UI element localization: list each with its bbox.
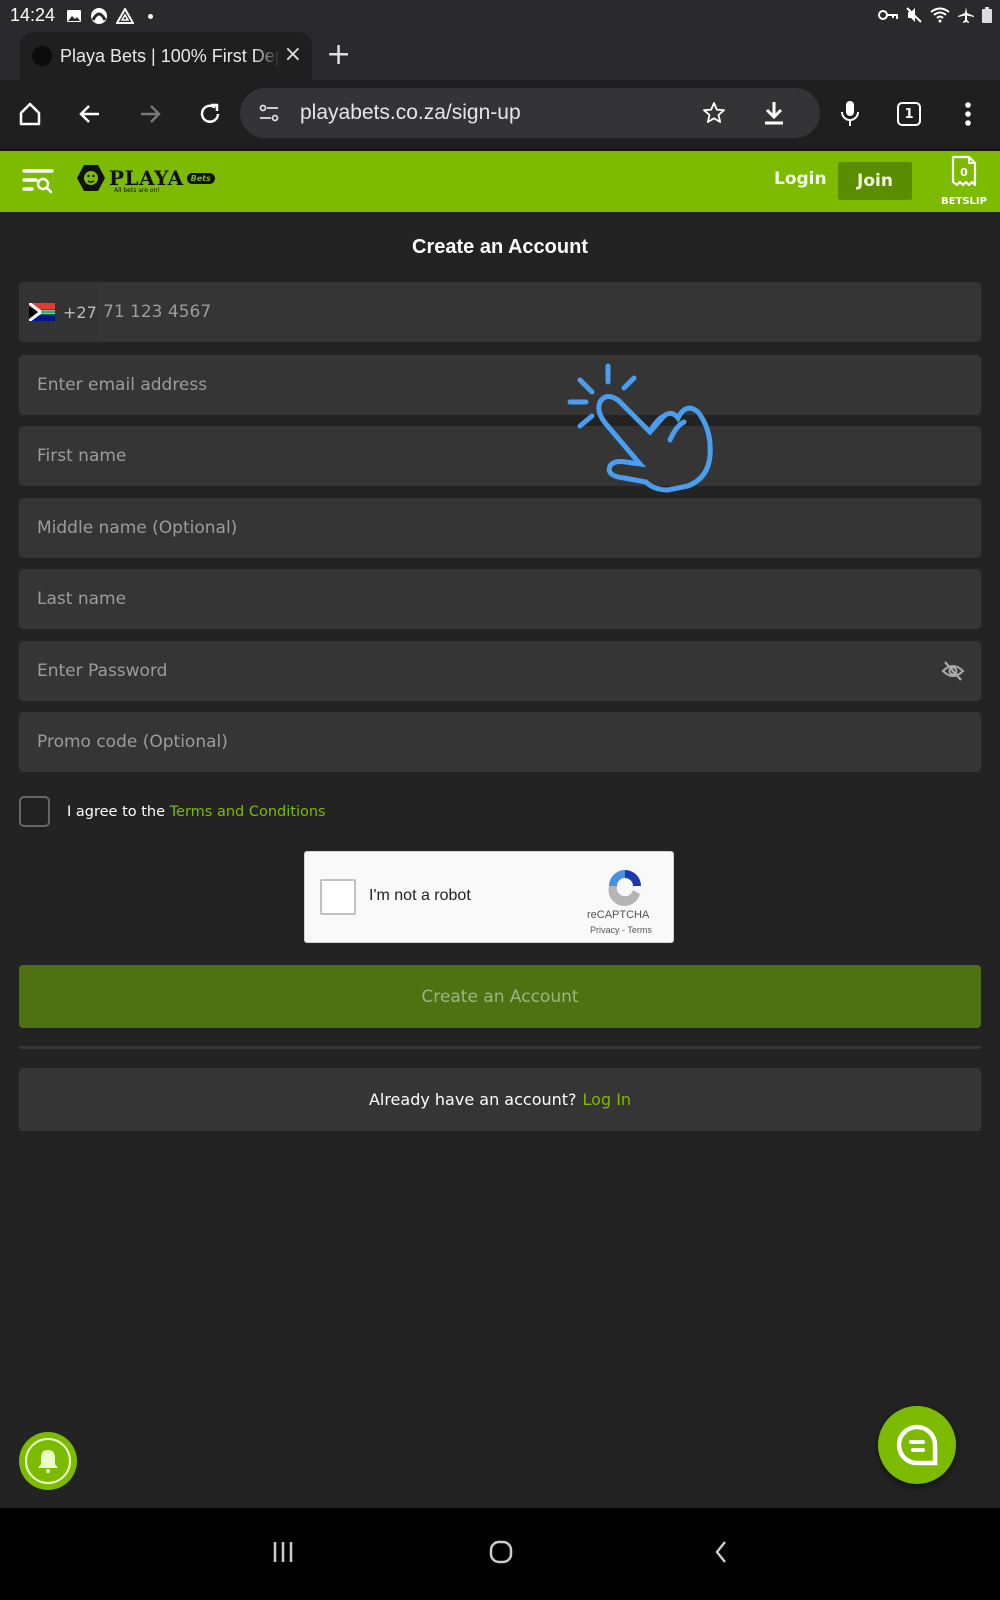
wifi-icon: [930, 7, 950, 23]
header-login-link[interactable]: Login: [774, 169, 827, 189]
betslip-count: 0: [960, 166, 968, 179]
drive-icon: [116, 8, 134, 24]
chat-button[interactable]: [878, 1406, 956, 1484]
have-account-panel: Already have an account? Log In: [19, 1068, 981, 1131]
url-text[interactable]: playabets.co.za/sign-up: [300, 101, 521, 125]
betslip-button[interactable]: 0 BETSLIP: [934, 155, 994, 211]
tab-switcher-button[interactable]: 1: [893, 98, 925, 130]
join-button[interactable]: Join: [838, 162, 912, 200]
new-tab-button[interactable]: +: [326, 40, 351, 70]
terms-prefix: I agree to the: [67, 803, 170, 820]
terms-checkbox[interactable]: [19, 796, 50, 827]
home-nav-icon[interactable]: [476, 1530, 526, 1574]
gallery-icon: [67, 10, 81, 22]
lion-logo-icon: [77, 165, 105, 191]
tab-strip: Playa Bets | 100% First Deposit × +: [0, 32, 1000, 80]
log-in-link[interactable]: Log In: [583, 1090, 632, 1109]
status-bar: 14:24: [0, 0, 1000, 32]
address-bar[interactable]: playabets.co.za/sign-up: [240, 88, 820, 138]
create-account-button[interactable]: Create an Account: [19, 965, 981, 1028]
dot-icon: [148, 13, 153, 19]
password-field[interactable]: [19, 641, 981, 701]
browser-tab[interactable]: Playa Bets | 100% First Deposit ×: [20, 32, 312, 80]
more-menu-icon[interactable]: [952, 98, 984, 130]
phone-field[interactable]: +27: [19, 282, 981, 342]
recaptcha-label: I'm not a robot: [369, 887, 471, 904]
playa-bets-logo[interactable]: PLAYA Bets All bets are on!: [76, 163, 215, 194]
page-title: Create an Account: [412, 236, 588, 258]
status-time: 14:24: [10, 5, 56, 25]
terms-link[interactable]: Terms and Conditions: [170, 804, 326, 820]
password-input[interactable]: [19, 641, 981, 701]
phone-country-code: +27: [63, 302, 97, 322]
brand-tagline: All bets are on!: [114, 187, 160, 194]
forward-icon[interactable]: [134, 98, 166, 130]
last-name-field[interactable]: [19, 569, 981, 629]
email-input[interactable]: [19, 355, 981, 415]
status-right-icons: [878, 7, 992, 23]
site-settings-icon[interactable]: [258, 102, 280, 128]
recaptcha-logo-icon: [608, 870, 641, 906]
tab-title: Playa Bets | 100% First Deposit: [60, 45, 280, 66]
recaptcha-checkbox[interactable]: [320, 879, 356, 915]
first-name-field[interactable]: [19, 426, 981, 486]
android-nav-bar: [0, 1508, 1000, 1600]
divider: [19, 1046, 981, 1049]
vpn-key-icon: [878, 10, 898, 20]
bell-icon: [25, 1438, 71, 1484]
site-header: PLAYA Bets All bets are on! Login Join 0…: [0, 148, 1000, 212]
reload-icon[interactable]: [194, 98, 226, 130]
middle-name-input[interactable]: [19, 498, 981, 558]
promo-code-input[interactable]: [19, 712, 981, 772]
menu-search-icon[interactable]: [22, 168, 54, 198]
arc-icon: [91, 8, 107, 24]
brand-badge: Bets: [186, 172, 215, 184]
terms-label: I agree to the Terms and Conditions: [67, 804, 326, 820]
recaptcha-brand: reCAPTCHA: [587, 909, 650, 921]
bookmark-star-icon[interactable]: [702, 101, 726, 129]
chat-bubble-icon: [896, 1424, 938, 1466]
eye-slash-icon[interactable]: [941, 659, 965, 683]
tab-count: 1: [897, 102, 921, 126]
first-name-input[interactable]: [19, 426, 981, 486]
status-left-icons: [66, 7, 153, 25]
phone-number-input[interactable]: [19, 282, 981, 342]
browser-toolbar: playabets.co.za/sign-up 1: [0, 80, 1000, 148]
middle-name-field[interactable]: [19, 498, 981, 558]
site-favicon-icon: [32, 46, 52, 66]
last-name-input[interactable]: [19, 569, 981, 629]
betslip-label: BETSLIP: [941, 196, 987, 207]
recaptcha-widget: I'm not a robot reCAPTCHA Privacy - Term…: [304, 851, 674, 943]
promo-code-field[interactable]: [19, 712, 981, 772]
south-africa-flag-icon: [29, 303, 55, 321]
back-icon[interactable]: [74, 98, 106, 130]
email-field[interactable]: [19, 355, 981, 415]
recaptcha-privacy-terms[interactable]: Privacy - Terms: [590, 925, 652, 935]
back-nav-icon[interactable]: [696, 1530, 746, 1574]
battery-icon: [982, 7, 992, 23]
close-tab-icon[interactable]: ×: [284, 44, 302, 66]
recent-apps-icon[interactable]: [258, 1530, 308, 1574]
have-account-text: Already have an account?: [368, 1090, 577, 1109]
home-icon[interactable]: [14, 98, 46, 130]
notifications-button[interactable]: [19, 1432, 77, 1490]
mute-icon: [906, 7, 922, 23]
terms-row: I agree to the Terms and Conditions: [19, 796, 326, 827]
airplane-icon: [958, 7, 974, 23]
download-icon[interactable]: [762, 100, 786, 130]
microphone-icon[interactable]: [834, 98, 866, 130]
country-code-selector[interactable]: +27: [19, 282, 97, 342]
